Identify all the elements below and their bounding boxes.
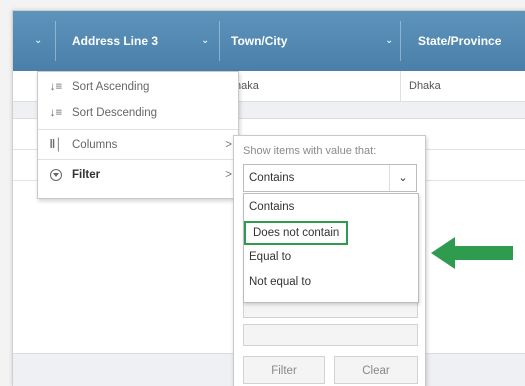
filter-operator-dropdown: Contains Does not contain Equal to Not e… <box>243 193 419 303</box>
menu-item-label: Filter <box>72 169 101 181</box>
menu-item-columns[interactable]: ‖│ Columns > <box>38 132 238 158</box>
cell-state-province: Dhaka <box>409 80 441 92</box>
header-divider <box>400 21 401 61</box>
submenu-arrow-icon: > <box>225 139 232 151</box>
clear-button[interactable]: Clear <box>334 356 418 384</box>
sort-ascending-icon: ↓≡ <box>49 81 63 93</box>
menu-item-label: Sort Ascending <box>72 81 150 93</box>
menu-item-filter[interactable]: Filter > <box>38 162 238 188</box>
filter-icon <box>48 162 64 188</box>
submenu-arrow-icon: > <box>225 169 232 181</box>
grid-panel: ⌄ Address Line 3 ⌄ Town/City ⌄ State/Pro… <box>12 10 525 386</box>
column-divider <box>400 71 401 101</box>
filter-menu: Show items with value that: Contains ⌄ F… <box>233 135 426 386</box>
address-line-3-menu-chevron-icon[interactable]: ⌄ <box>201 11 209 71</box>
filter-operator-select[interactable]: Contains ⌄ <box>243 164 417 192</box>
menu-item-sort-ascending[interactable]: ↓≡ Sort Ascending <box>38 74 238 100</box>
header-address-line-3[interactable]: Address Line 3 <box>72 11 158 71</box>
menu-divider <box>38 129 238 130</box>
menu-item-label: Sort Descending <box>72 107 158 119</box>
town-city-menu-chevron-icon[interactable]: ⌄ <box>385 11 393 71</box>
dropdown-option-contains[interactable]: Contains <box>249 196 294 218</box>
header-state-province[interactable]: State/Province <box>418 11 501 71</box>
column-menu-chevron-icon[interactable]: ⌄ <box>34 11 42 71</box>
column-menu: ↓≡ Sort Ascending ↓≡ Sort Descending ‖│ … <box>37 71 239 199</box>
dropdown-option-not-equal-to[interactable]: Not equal to <box>249 271 311 293</box>
grid-header: ⌄ Address Line 3 ⌄ Town/City ⌄ State/Pro… <box>13 11 525 71</box>
filter-operator-value: Contains <box>249 172 295 184</box>
header-town-city[interactable]: Town/City <box>231 11 287 71</box>
dropdown-option-equal-to[interactable]: Equal to <box>249 246 291 268</box>
menu-item-sort-descending[interactable]: ↓≡ Sort Descending <box>38 100 238 126</box>
filter-instruction-label: Show items with value that: <box>243 145 377 157</box>
chevron-down-icon[interactable]: ⌄ <box>389 165 416 191</box>
menu-item-label: Columns <box>72 139 118 151</box>
header-divider <box>219 21 220 61</box>
menu-divider <box>38 159 238 160</box>
dropdown-option-does-not-contain[interactable]: Does not contain <box>244 221 349 245</box>
filter-value-input-secondary[interactable] <box>243 324 418 346</box>
sort-descending-icon: ↓≡ <box>49 107 63 119</box>
header-divider <box>55 21 56 61</box>
columns-icon: ‖│ <box>49 139 63 151</box>
annotation-arrow-icon <box>431 237 513 269</box>
filter-button[interactable]: Filter <box>243 356 325 384</box>
